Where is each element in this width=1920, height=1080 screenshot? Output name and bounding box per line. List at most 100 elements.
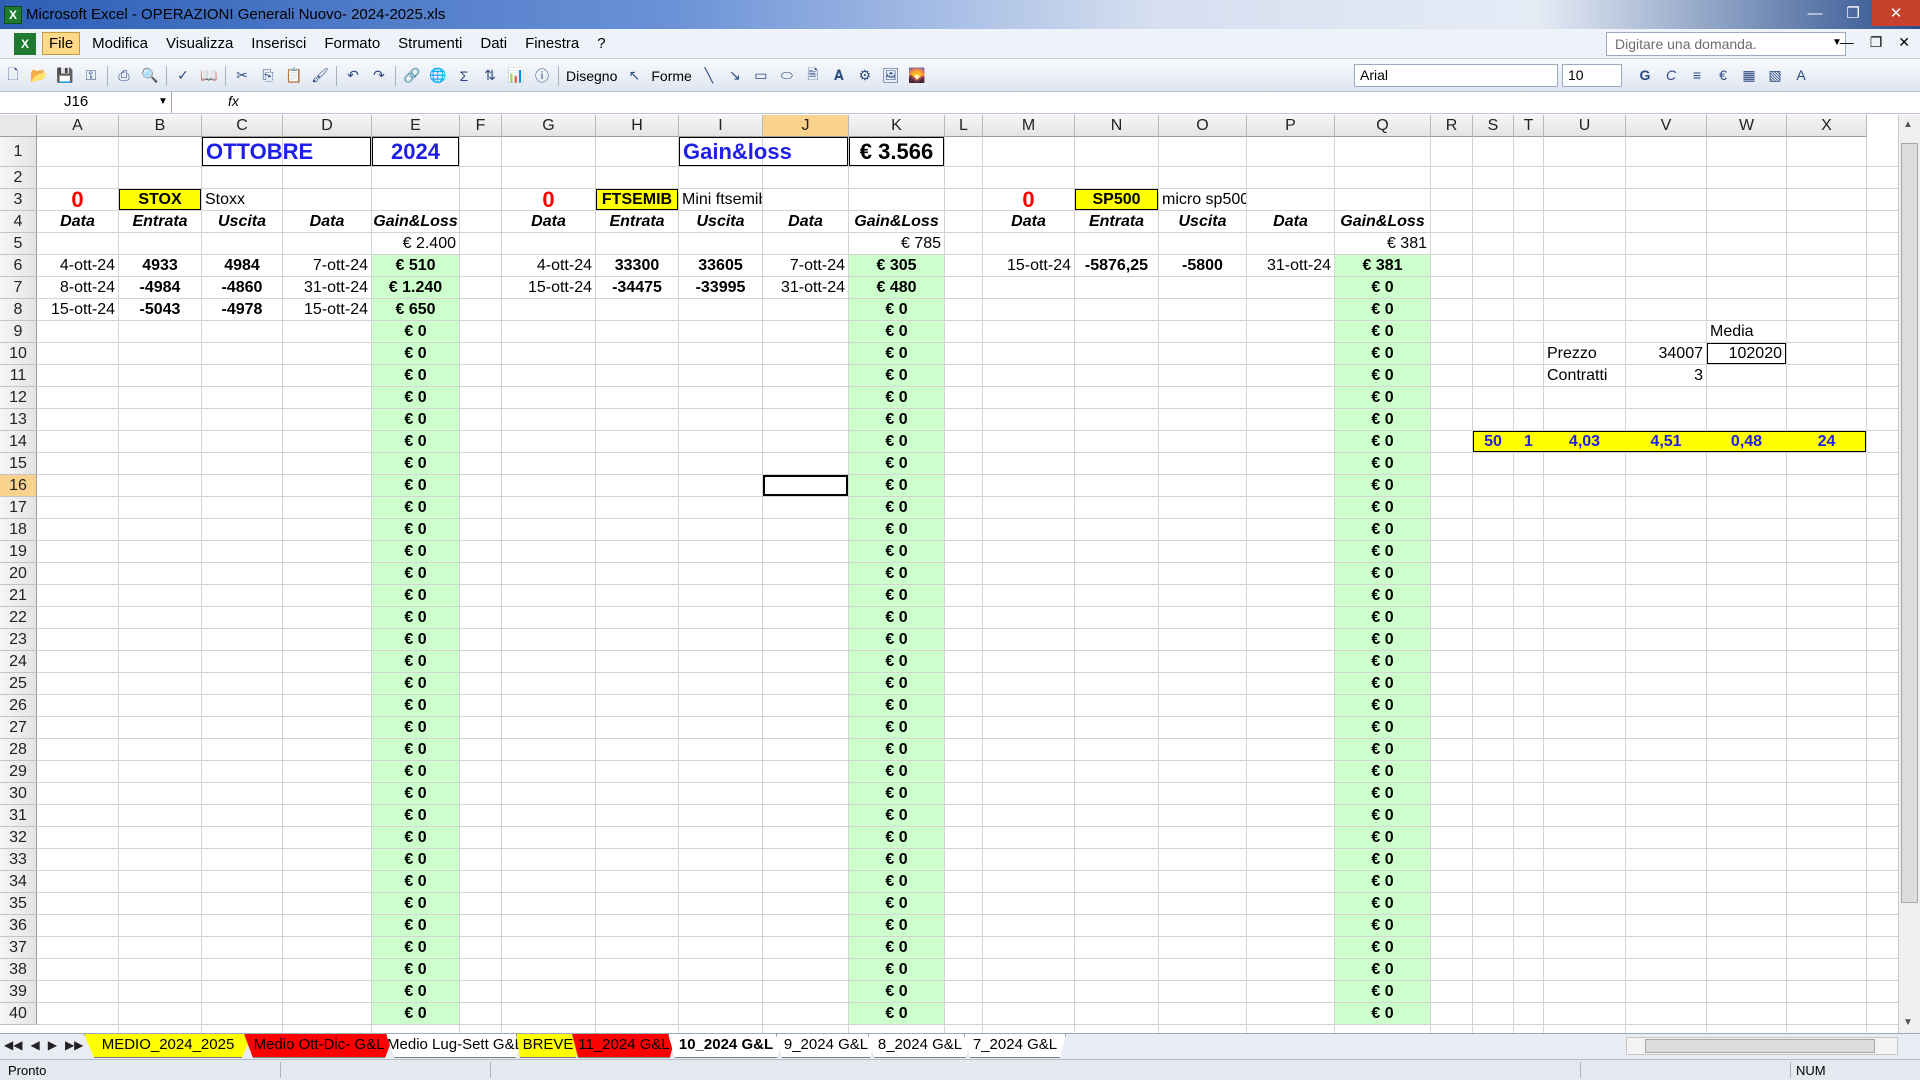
column-header-g[interactable]: G [502, 115, 596, 137]
row-header[interactable]: 11 [0, 365, 37, 387]
gainloss-zero-cell[interactable]: € 0 [1335, 695, 1430, 716]
trade-exit[interactable]: -33995 [679, 277, 762, 298]
gainloss-zero-cell[interactable]: € 0 [372, 607, 459, 628]
active-cell[interactable] [763, 475, 848, 496]
next-sheet-icon[interactable]: ▶ [48, 1038, 57, 1052]
yellow-row-value[interactable]: 50 [1473, 431, 1513, 452]
contratti-label[interactable]: Contratti [1544, 365, 1625, 386]
italic-button[interactable]: C [1660, 64, 1682, 86]
chart-icon[interactable]: 📊 [505, 65, 527, 87]
gainloss-zero-cell[interactable]: € 0 [372, 519, 459, 540]
scroll-down-icon[interactable]: ▼ [1903, 1017, 1913, 1028]
globe-icon[interactable]: 🌐 [427, 65, 449, 87]
row-header[interactable]: 18 [0, 519, 37, 541]
column-header-e[interactable]: E [372, 115, 460, 137]
row-header[interactable]: 29 [0, 761, 37, 783]
gainloss-zero-cell[interactable]: € 0 [849, 475, 944, 496]
gainloss-zero-cell[interactable]: € 0 [849, 717, 944, 738]
doc-minimize-icon[interactable]: — [1840, 34, 1854, 51]
gainloss-zero-cell[interactable]: € 0 [849, 541, 944, 562]
gainloss-zero-cell[interactable]: € 0 [849, 739, 944, 760]
gainloss-zero-cell[interactable]: € 0 [849, 431, 944, 452]
trade-date-out[interactable]: 7-ott-24 [283, 255, 371, 276]
header-gainloss[interactable]: Gain&Loss [1335, 211, 1430, 232]
select-all-corner[interactable] [0, 115, 37, 137]
gainloss-zero-cell[interactable]: € 0 [1335, 277, 1430, 298]
header-entrata[interactable]: Entrata [119, 211, 201, 232]
stox-name[interactable]: Stoxx [202, 189, 282, 210]
vertical-scrollbar[interactable]: ▲ ▼ [1898, 115, 1920, 1033]
gainloss-zero-cell[interactable]: € 0 [372, 937, 459, 958]
row-header[interactable]: 2 [0, 167, 37, 189]
trade-entry[interactable]: 4933 [119, 255, 201, 276]
trade-exit[interactable]: -5800 [1159, 255, 1246, 276]
redo-icon[interactable]: ↷ [368, 65, 390, 87]
gainloss-zero-cell[interactable]: € 0 [1335, 827, 1430, 848]
menu-file[interactable]: File [42, 32, 81, 55]
gainloss-zero-cell[interactable]: € 0 [849, 761, 944, 782]
menu-visualizza[interactable]: Visualizza [160, 33, 239, 54]
shapes-menu[interactable]: Forme [651, 68, 691, 84]
row-header[interactable]: 25 [0, 673, 37, 695]
help-icon[interactable]: ⓘ [531, 65, 553, 87]
permission-icon[interactable]: ⚿ [80, 65, 102, 87]
gainloss-zero-cell[interactable]: € 0 [1335, 805, 1430, 826]
gainloss-zero-cell[interactable]: € 0 [1335, 959, 1430, 980]
gainloss-zero-cell[interactable]: € 0 [849, 1003, 944, 1024]
row-header[interactable]: 19 [0, 541, 37, 563]
row-header[interactable]: 4 [0, 211, 37, 233]
arrow-icon[interactable]: ↘ [724, 65, 746, 87]
row-header[interactable]: 35 [0, 893, 37, 915]
bold-button[interactable]: G [1634, 64, 1656, 86]
media-value[interactable]: 102020 [1707, 343, 1786, 364]
row-header[interactable]: 32 [0, 827, 37, 849]
gainloss-zero-cell[interactable]: € 0 [372, 321, 459, 342]
header-data[interactable]: Data [763, 211, 848, 232]
stox-subtotal[interactable]: € 2.400 [372, 233, 459, 254]
column-header-a[interactable]: A [37, 115, 119, 137]
column-header-t[interactable]: T [1514, 115, 1544, 137]
row-header[interactable]: 13 [0, 409, 37, 431]
gainloss-zero-cell[interactable]: € 0 [1335, 387, 1430, 408]
header-uscita[interactable]: Uscita [1159, 211, 1246, 232]
trade-entry[interactable]: -34475 [596, 277, 678, 298]
column-header-n[interactable]: N [1075, 115, 1159, 137]
gainloss-zero-cell[interactable]: € 0 [849, 321, 944, 342]
yellow-row-value[interactable]: 4,51 [1626, 431, 1706, 452]
gainloss-zero-cell[interactable]: € 0 [1335, 453, 1430, 474]
gainloss-zero-cell[interactable]: € 0 [1335, 717, 1430, 738]
trade-exit[interactable]: -4860 [202, 277, 282, 298]
header-uscita[interactable]: Uscita [202, 211, 282, 232]
chevron-down-icon[interactable]: ▼ [158, 96, 168, 107]
gainloss-zero-cell[interactable]: € 0 [849, 343, 944, 364]
gainloss-zero-cell[interactable]: € 0 [372, 695, 459, 716]
header-entrata[interactable]: Entrata [1075, 211, 1158, 232]
column-header-v[interactable]: V [1626, 115, 1707, 137]
gainloss-zero-cell[interactable]: € 0 [1335, 299, 1430, 320]
gainloss-zero-cell[interactable]: € 0 [372, 629, 459, 650]
row-header[interactable]: 8 [0, 299, 37, 321]
gainloss-zero-cell[interactable]: € 0 [1335, 761, 1430, 782]
gainloss-zero-cell[interactable]: € 0 [372, 783, 459, 804]
row-header[interactable]: 17 [0, 497, 37, 519]
open-icon[interactable]: 📂 [28, 65, 50, 87]
gainloss-zero-cell[interactable]: € 0 [1335, 541, 1430, 562]
trade-date-in[interactable]: 8-ott-24 [37, 277, 118, 298]
row-header[interactable]: 28 [0, 739, 37, 761]
year-cell[interactable]: 2024 [372, 137, 459, 166]
undo-icon[interactable]: ↶ [342, 65, 364, 87]
header-gainloss[interactable]: Gain&Loss [849, 211, 944, 232]
row-header[interactable]: 10 [0, 343, 37, 365]
spelling-icon[interactable]: ✓ [172, 65, 194, 87]
row-header[interactable]: 5 [0, 233, 37, 255]
header-data[interactable]: Data [983, 211, 1074, 232]
gainloss-zero-cell[interactable]: € 0 [372, 475, 459, 496]
menu-finestra[interactable]: Finestra [519, 33, 585, 54]
name-box[interactable]: J16 [0, 92, 172, 113]
trade-date-in[interactable]: 15-ott-24 [37, 299, 118, 320]
gainloss-zero-cell[interactable]: € 0 [372, 365, 459, 386]
select-arrow-icon[interactable]: ↖ [623, 65, 645, 87]
gainloss-zero-cell[interactable]: € 0 [1335, 849, 1430, 870]
column-header-j[interactable]: J [763, 115, 849, 137]
picture-icon[interactable]: 🌄 [906, 65, 928, 87]
